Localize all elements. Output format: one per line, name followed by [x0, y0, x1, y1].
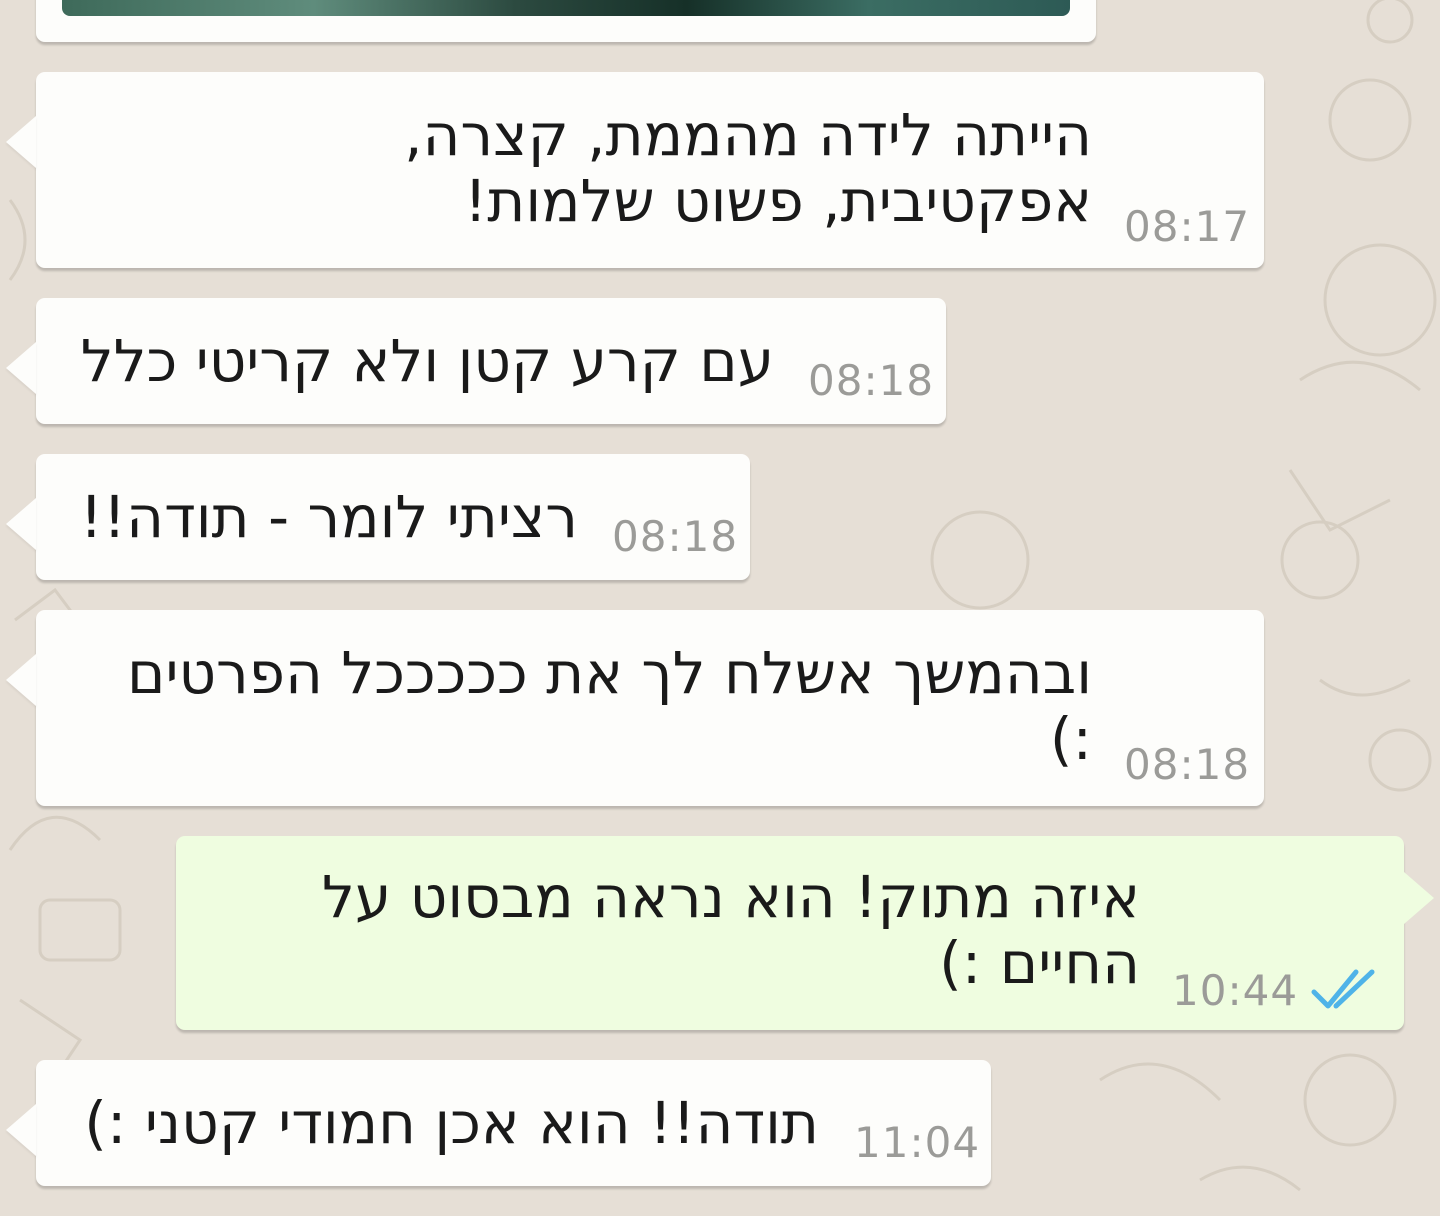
outgoing-message-bubble[interactable]: איזה מתוק! הוא נראה מבסוט על החיים :) 10… — [176, 836, 1434, 1030]
message-text: ובהמשך אשלח לך את כככככל הפרטים :) — [126, 639, 1092, 773]
message-time: 08:18 — [1124, 740, 1251, 789]
incoming-message-bubble[interactable]: תודה!! הוא אכן חמודי קטני :) 11:04 — [36, 1060, 991, 1186]
message-time: 08:17 — [1124, 202, 1251, 251]
message-time: 08:18 — [808, 356, 935, 405]
message-text: רציתי לומר - תודה!! — [79, 483, 578, 551]
message-text: איזה מתוק! הוא נראה מבסוט על החיים :) — [322, 863, 1140, 997]
message-text: עם קרע קטן ולא קריטי כלל — [80, 327, 774, 395]
message-time: 08:18 — [612, 512, 739, 561]
message-time: 11:04 — [854, 1118, 981, 1167]
double-check-read-icon — [1311, 969, 1375, 1009]
message-time: 10:44 — [1172, 966, 1299, 1015]
incoming-message-bubble[interactable]: רציתי לומר - תודה!! 08:18 — [36, 454, 750, 580]
incoming-message-bubble[interactable]: עם קרע קטן ולא קריטי כלל 08:18 — [36, 298, 946, 424]
message-text: הייתה לידה מהממת, קצרה, אפקטיבית, פשוט ש… — [404, 101, 1092, 235]
photo-thumbnail[interactable] — [62, 0, 1070, 16]
incoming-message-bubble[interactable]: הייתה לידה מהממת, קצרה, אפקטיבית, פשוט ש… — [36, 72, 1264, 268]
image-message-bubble[interactable] — [36, 0, 1096, 42]
incoming-message-bubble[interactable]: ובהמשך אשלח לך את כככככל הפרטים :) 08:18 — [36, 610, 1264, 806]
message-text: תודה!! הוא אכן חמודי קטני :) — [84, 1089, 819, 1157]
